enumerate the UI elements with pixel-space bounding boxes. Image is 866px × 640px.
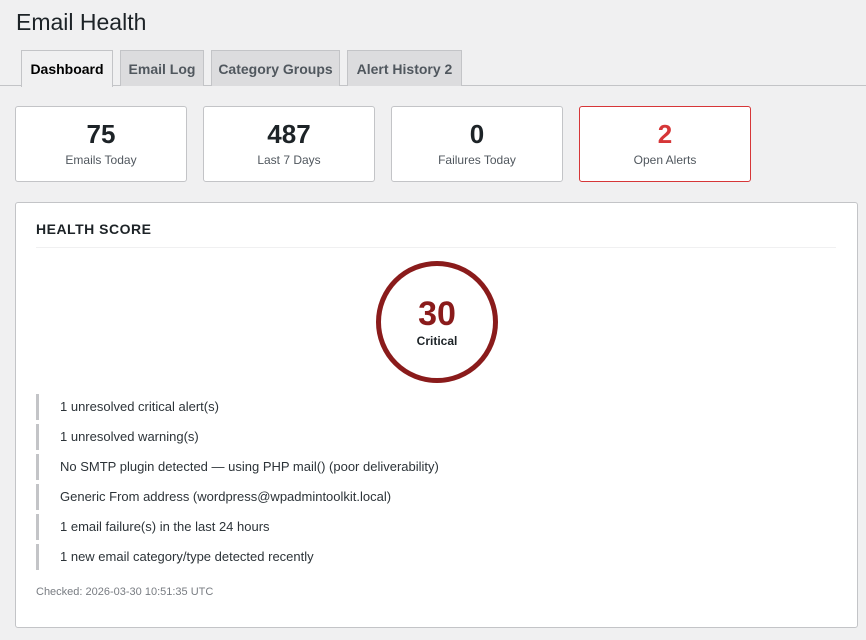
score-status: Critical [416,334,458,348]
tab-category-groups[interactable]: Category Groups [211,50,340,86]
panel-title: HEALTH SCORE [36,221,836,248]
score-ring: 30 Critical [376,261,498,383]
stat-card-failures-today: 0 Failures Today [391,106,563,182]
tab-alert-history[interactable]: Alert History 2 [347,50,462,86]
score-value: 30 [418,295,456,333]
checked-timestamp: Checked: 2026-03-30 10:51:35 UTC [36,586,214,598]
tab-bar: Dashboard Email Log Category Groups Aler… [0,50,866,87]
page-title: Email Health [16,9,147,35]
issue-item: 1 email failure(s) in the last 24 hours [36,514,439,540]
stat-label: Open Alerts [633,153,697,167]
stat-value: 75 [86,119,116,149]
issue-item: 1 unresolved critical alert(s) [36,394,439,420]
stat-value: 0 [469,119,485,149]
stat-value: 487 [267,119,311,149]
stat-value: 2 [657,119,673,149]
issue-list: 1 unresolved critical alert(s) 1 unresol… [36,394,439,574]
health-score-panel: HEALTH SCORE 30 Critical 1 unresolved cr… [15,202,858,628]
issue-item: 1 new email category/type detected recen… [36,544,439,570]
issue-item: No SMTP plugin detected — using PHP mail… [36,454,439,480]
stat-card-last-7-days: 487 Last 7 Days [203,106,375,182]
issue-item: 1 unresolved warning(s) [36,424,439,450]
stat-card-emails-today: 75 Emails Today [15,106,187,182]
stat-label: Last 7 Days [257,153,321,167]
issue-item: Generic From address (wordpress@wpadmint… [36,484,439,510]
stat-label: Emails Today [65,153,137,167]
stat-label: Failures Today [438,153,516,167]
stat-card-open-alerts: 2 Open Alerts [579,106,751,182]
tab-email-log[interactable]: Email Log [120,50,204,86]
tab-dashboard[interactable]: Dashboard [21,50,113,87]
